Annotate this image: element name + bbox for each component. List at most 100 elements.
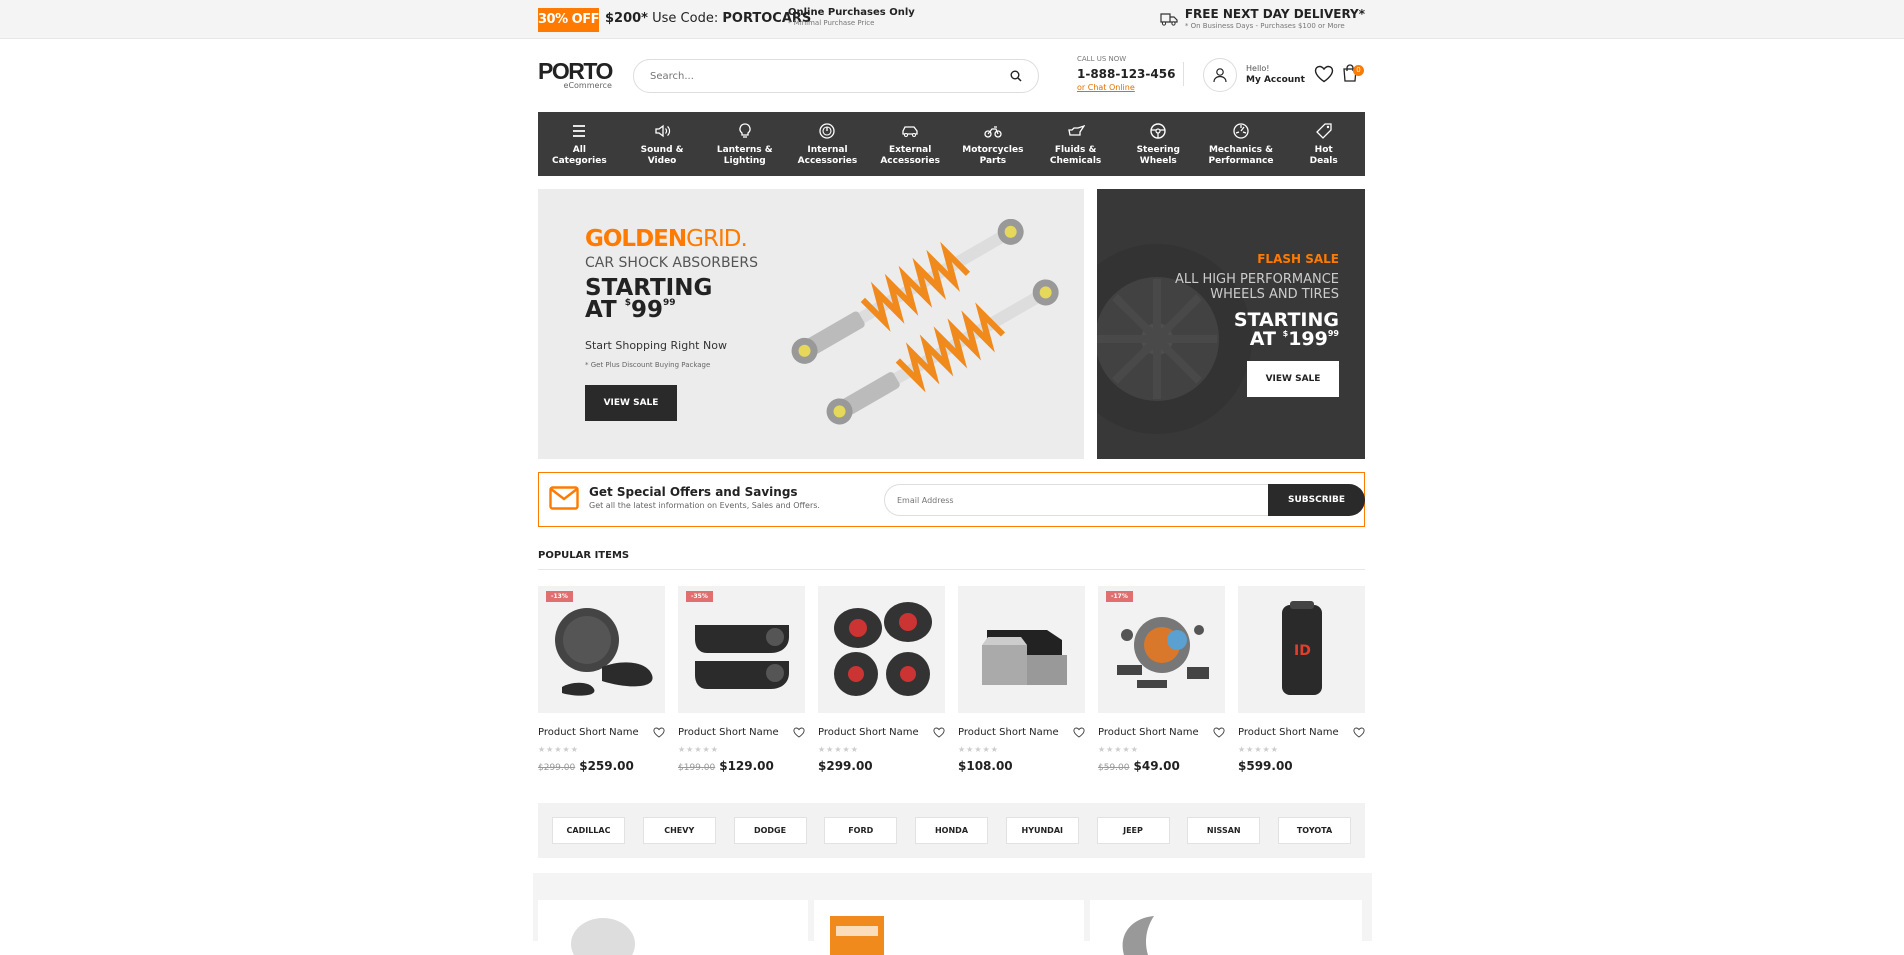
search-input[interactable] [650, 70, 950, 82]
rating-stars: ★★★★★ [818, 745, 859, 754]
brand-jeep[interactable]: JEEP [1096, 817, 1170, 844]
delivery-sub: * On Business Days - Purchases $100 or M… [1184, 22, 1345, 30]
product-image[interactable]: -35% [678, 586, 805, 713]
category-motorcycles-parts[interactable]: Motorcycles Parts [952, 122, 1035, 166]
product-card[interactable]: -13% Product Short Name ★★★★★ $299.00 $25… [538, 586, 665, 773]
view-sale-button[interactable]: VIEW SALE [585, 385, 677, 421]
account-link[interactable]: Hello! My Account [1246, 65, 1305, 85]
brand-dodge[interactable]: DODGE [733, 817, 807, 844]
featured-card[interactable] [1090, 900, 1362, 955]
brand-hyundai[interactable]: HYUNDAI [1005, 817, 1079, 844]
call-label: CALL US NOW [1077, 55, 1127, 63]
newsletter-title: Get Special Offers and Savings [589, 485, 798, 499]
flash-sale-banner[interactable]: FLASH SALE ALL HIGH PERFORMANCE WHEELS AN… [1097, 189, 1365, 459]
category-mechanics-performance[interactable]: Mechanics & Performance [1200, 122, 1283, 166]
menu-icon [538, 122, 621, 142]
brand-nissan[interactable]: NISSAN [1187, 817, 1261, 844]
promo-note-title: Online Purchases Only [788, 7, 915, 18]
discount-tag: -17% [1106, 591, 1133, 602]
rating-stars: ★★★★★ [1098, 745, 1139, 754]
product-image[interactable]: -13% [538, 586, 665, 713]
brand-filter-bar: CADILLAC CHEVY DODGE FORD HONDA HYUNDAI … [538, 803, 1365, 858]
product-image[interactable]: -17% [1098, 586, 1225, 713]
product-name[interactable]: Product Short Name [958, 727, 1059, 738]
tire-image [1097, 219, 1257, 459]
oil-can-icon [1034, 122, 1117, 142]
featured-card[interactable] [814, 900, 1084, 955]
search-icon[interactable] [1010, 67, 1022, 86]
product-name[interactable]: Product Short Name [538, 727, 639, 738]
flash-sale-desc: ALL HIGH PERFORMANCE WHEELS AND TIRES [1174, 272, 1339, 302]
truck-icon [1160, 11, 1178, 30]
promo-label: Use Code: [652, 11, 719, 26]
popular-items-title: POPULAR ITEMS [538, 550, 1365, 570]
product-name[interactable]: Product Short Name [1098, 727, 1199, 738]
category-external-accessories[interactable]: External Accessories [869, 122, 952, 166]
old-price: $199.00 [678, 763, 716, 773]
category-nav: All Categories Sound & Video Lanterns & Lig… [538, 112, 1365, 176]
product-price: $59.00 $49.00 [1098, 759, 1180, 773]
product-card[interactable]: ID Product Short Name ★★★★★ $599.00 [1238, 586, 1365, 773]
heart-icon[interactable] [793, 723, 805, 742]
email-field[interactable] [884, 484, 1274, 516]
brand-toyota[interactable]: TOYOTA [1278, 817, 1351, 844]
steering-wheel-icon [1117, 122, 1200, 142]
heart-icon[interactable] [653, 723, 665, 742]
user-icon[interactable] [1203, 58, 1237, 92]
flash-view-sale-button[interactable]: VIEW SALE [1247, 361, 1339, 397]
discount-badge: 30% OFF [538, 8, 599, 32]
product-price: $599.00 [1238, 759, 1293, 773]
banner-subtitle: CAR SHOCK ABSORBERS [585, 255, 759, 271]
product-name[interactable]: Product Short Name [678, 727, 779, 738]
category-fluids-chemicals[interactable]: Fluids & Chemicals [1034, 122, 1117, 166]
category-all[interactable]: All Categories [538, 122, 621, 166]
search-box [633, 59, 1039, 93]
rating-stars: ★★★★★ [538, 745, 579, 754]
category-sound-video[interactable]: Sound & Video [621, 122, 704, 166]
rating-stars: ★★★★★ [678, 745, 719, 754]
heart-icon[interactable] [933, 723, 945, 742]
brand-chevy[interactable]: CHEVY [642, 817, 716, 844]
heart-icon[interactable] [1073, 723, 1085, 742]
promo-amount: $200* [605, 11, 648, 26]
brand-ford[interactable]: FORD [824, 817, 898, 844]
heart-icon[interactable] [1314, 65, 1334, 87]
promo-topbar: 30% OFF $200* Use Code: PORTOCARS Online… [0, 0, 1904, 39]
product-image[interactable] [818, 586, 945, 713]
product-image[interactable] [958, 586, 1085, 713]
chat-link[interactable]: or Chat Online [1077, 84, 1175, 92]
account-label: My Account [1246, 75, 1305, 85]
gauge-icon [786, 122, 869, 142]
product-price: $299.00 [818, 759, 873, 773]
category-lanterns-lighting[interactable]: Lanterns & Lighting [703, 122, 786, 166]
product-name[interactable]: Product Short Name [818, 727, 919, 738]
motorcycle-icon [952, 122, 1035, 142]
heart-icon[interactable] [1213, 723, 1225, 742]
featured-card[interactable] [538, 900, 808, 955]
site-logo[interactable]: PORTO eCommerce [538, 58, 613, 90]
brand-honda[interactable]: HONDA [915, 817, 988, 844]
product-card[interactable]: -17% Product Short Name ★★★★★ $59.00 $49.… [1098, 586, 1225, 773]
category-internal-accessories[interactable]: Internal Accessories [786, 122, 869, 166]
promo-text: $200* Use Code: PORTOCARS [605, 11, 811, 26]
product-card[interactable]: -35% Product Short Name ★★★★★ $199.00 $12… [678, 586, 805, 773]
brand-cadillac[interactable]: CADILLAC [552, 817, 625, 844]
product-name[interactable]: Product Short Name [1238, 727, 1339, 738]
category-hot-deals[interactable]: Hot Deals [1282, 122, 1365, 166]
product-price: $299.00 $259.00 [538, 759, 634, 773]
logo-text: PORTO [538, 58, 613, 84]
product-card[interactable]: Product Short Name ★★★★★ $299.00 [818, 586, 945, 773]
popular-items-list: -13% Product Short Name ★★★★★ $299.00 $25… [538, 586, 1365, 773]
banner-note: * Get Plus Discount Buying Package [585, 361, 711, 369]
product-image[interactable]: ID [1238, 586, 1365, 713]
heart-icon[interactable] [1353, 723, 1365, 742]
category-steering-wheels[interactable]: Steering Wheels [1117, 122, 1200, 166]
subscribe-button[interactable]: SUBSCRIBE [1268, 484, 1365, 516]
product-card[interactable]: Product Short Name ★★★★★ $108.00 [958, 586, 1085, 773]
phone-number[interactable]: 1-888-123-456 [1077, 68, 1175, 80]
discount-tag: -13% [546, 591, 573, 602]
flash-sale-price: AT $19999 [1249, 328, 1339, 350]
tag-icon [1282, 122, 1365, 142]
hero-banner-shocks[interactable]: GOLDENGRID. CAR SHOCK ABSORBERS STARTING… [538, 189, 1084, 459]
rating-stars: ★★★★★ [958, 745, 999, 754]
